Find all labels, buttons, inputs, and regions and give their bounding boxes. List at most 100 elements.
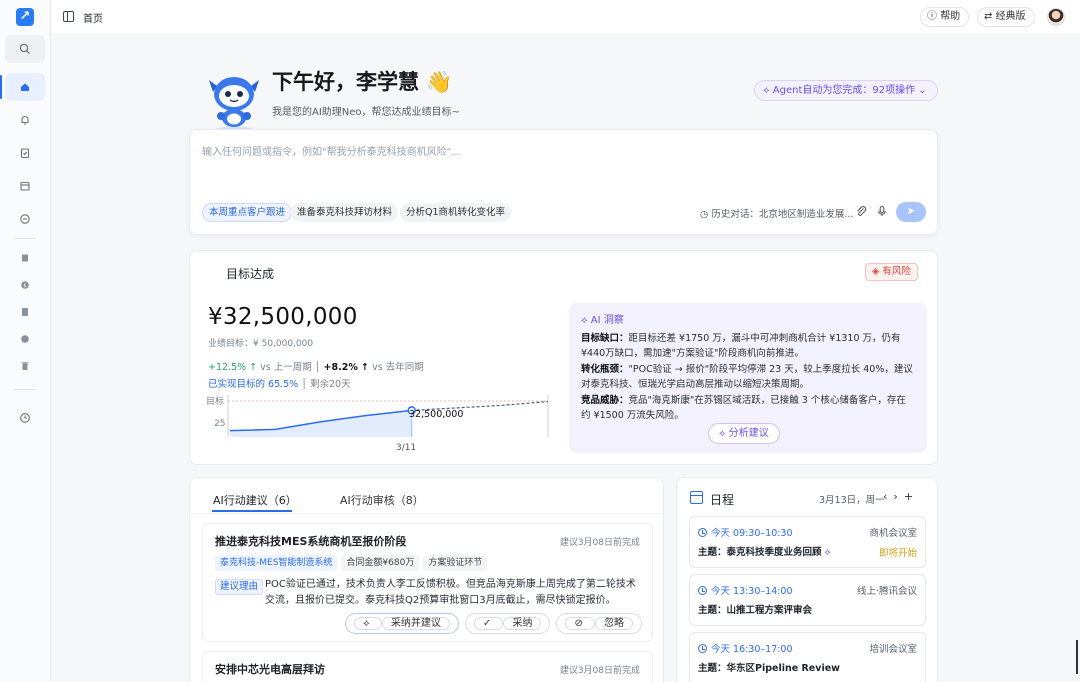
book-icon[interactable] (5, 244, 45, 272)
send-button[interactable]: ➤ (896, 202, 926, 222)
ai-insight-label: AI 洞察 (590, 315, 624, 326)
ai-sparkle-icon: ⟡ (581, 315, 591, 326)
accept-and-suggest-button[interactable]: ⟡ 采纳并建议 (345, 613, 459, 634)
goal-trend-chart: 目标 25 32,500,000 3/11 (206, 395, 549, 453)
metric-yoy-value: +8.2% (323, 362, 358, 373)
dollar-icon[interactable]: $ (5, 271, 45, 299)
series-area-actual (230, 410, 412, 437)
ai-actions-card: AI行动建议（6） AI行动审核（8） 推进泰克科技MES系统商机至报价阶段 建… (189, 477, 664, 682)
prompt-card: 输入任何问题或指令，例如"帮我分析泰克科技商机风险"... 本周重点客户跟进 准… (189, 129, 938, 235)
history-link[interactable]: ◷ 历史对话：北京地区制造业发展... (700, 206, 853, 220)
event-location: 线上·腾讯会议 (856, 586, 917, 597)
risk-badge: ◈ 有风险 (865, 263, 918, 281)
suggestion-item: 安排中芯光电高层拜访 建议3月08日前完成 (202, 651, 653, 682)
search-icon[interactable] (5, 35, 45, 63)
metric-period-label: vs 上一周期 (260, 362, 312, 373)
schedule-event[interactable]: 今天 13:30–14:00 线上·腾讯会议 主题：山推工程方案评审会 (689, 574, 926, 626)
analyze-suggestion-label: 分析建议 (728, 428, 769, 439)
suggestion-due: 建议3月08日前完成 (559, 666, 640, 676)
clock-icon (698, 586, 707, 595)
microphone-icon[interactable] (876, 205, 888, 217)
achieved-percent: 已实现目标的 65.5% (208, 379, 299, 390)
breadcrumb[interactable]: 首页 (83, 10, 103, 25)
schedule-title: 日程 (710, 493, 735, 507)
schedule-event[interactable]: 今天 09:30–10:30 商机会议室 主题：泰克科技季度业务回顾 ⟡ 即将开… (689, 516, 926, 568)
minus-circle-icon[interactable] (5, 205, 45, 233)
point-label: 32,500,000 (409, 409, 463, 420)
opportunity-tag[interactable]: 泰克科技-MES智能制造系统 (215, 555, 338, 571)
calendar-icon[interactable] (5, 172, 45, 200)
ignore-button[interactable]: ⊘ 忽略 (556, 613, 642, 634)
accept-button[interactable]: ✓ 采纳 (464, 613, 551, 634)
clock-icon (698, 528, 707, 537)
suggestion-chip[interactable]: 分析Q1商机转化变化率 (400, 203, 512, 222)
event-location: 培训会议室 (869, 644, 917, 655)
help-button[interactable]: ⓘ 帮助 (920, 7, 970, 27)
suggestion-actions: ⟡ 采纳并建议 ✓ 采纳 ⊘ 忽略 (345, 613, 642, 634)
help-label: 帮助 (940, 11, 961, 22)
tab-ai-suggestions[interactable]: AI行动建议（6） (213, 492, 297, 508)
suggestion-title: 安排中芯光电高层拜访 (215, 663, 325, 676)
help-icon: ⓘ (927, 11, 941, 22)
classic-version-button[interactable]: ⇄ 经典版 (977, 7, 1035, 27)
trash-icon[interactable] (5, 352, 45, 380)
y-tick-target: 目标 (206, 395, 224, 407)
metric-period-value: +12.5% (208, 362, 247, 373)
y-tick-25: 25 (214, 419, 225, 429)
attachment-icon[interactable] (855, 205, 867, 217)
chevron-down-icon: ⌄ (915, 85, 927, 96)
x-tick-date: 3/11 (396, 443, 416, 453)
suggestion-chip[interactable]: 准备泰克科技拜访材料 (291, 203, 399, 222)
document-icon[interactable] (5, 298, 45, 326)
suggestion-due: 建议3月08日前完成 (559, 538, 640, 548)
clock-icon (698, 644, 707, 653)
goal-title: 目标达成 (226, 267, 275, 281)
clock-icon[interactable] (5, 404, 45, 432)
avatar[interactable] (1047, 8, 1065, 26)
active-tab-indicator (212, 510, 292, 512)
classic-label: 经典版 (995, 11, 1026, 22)
bell-icon[interactable] (5, 106, 45, 134)
mascot-robot-icon (209, 77, 259, 132)
chevron-left-icon[interactable]: ‹ (883, 490, 893, 503)
logo-icon[interactable]: ↗ (16, 8, 34, 26)
schedule-nav: ‹›+ (883, 490, 919, 503)
analyze-suggestion-button[interactable]: ⟡ 分析建议 (708, 423, 780, 444)
schedule-event[interactable]: 今天 16:30–17:00 培训会议室 主题：华东区Pipeline Revi… (689, 632, 926, 682)
plus-icon[interactable]: + (904, 490, 919, 503)
tab-ai-review[interactable]: AI行动审核（8） (340, 492, 424, 508)
left-rail: ↗ $ (0, 0, 51, 682)
sidebar-toggle-icon[interactable] (63, 11, 74, 22)
main-area: 下午好，李学慧 👋 我是您的AI助理Neo，帮您达成业绩目标~ ⟡ Agent自… (51, 36, 1080, 682)
suggestion-chip[interactable]: 本周重点客户跟进 (202, 203, 293, 222)
insight-gap: 目标缺口：距目标还差 ¥1750 万，漏斗中可冲刺商机合计 ¥1310 万，仍有… (581, 333, 901, 359)
achievement-status: 已实现目标的 65.5% │ 剩余20天 (208, 379, 351, 390)
greeting-subtitle: 我是您的AI助理Neo，帮您达成业绩目标~ (272, 107, 460, 118)
remaining-days: 剩余20天 (309, 379, 351, 390)
warning-icon: ◈ (872, 266, 883, 277)
event-time: 今天 13:30–14:00 (698, 583, 793, 597)
check-icon: ✓ (473, 617, 504, 630)
scrollbar[interactable] (1076, 640, 1078, 674)
growth-metrics: +12.5% ↑ vs 上一周期 │ +8.2% ↑ vs 去年同期 (208, 362, 424, 373)
ai-insight-title: ⟡ AI 洞察 (581, 311, 915, 326)
chevron-right-icon[interactable]: › (893, 490, 903, 503)
event-subject: 主题：华东区Pipeline Review (698, 663, 840, 674)
clipboard-icon[interactable] (5, 139, 45, 167)
svg-text:$: $ (23, 283, 26, 289)
ai-insight-panel: ⟡ AI 洞察 目标缺口：距目标还差 ¥1750 万，漏斗中可冲刺商机合计 ¥1… (569, 303, 927, 453)
event-status: 即将开始 (878, 548, 917, 559)
agent-ops-pill[interactable]: ⟡ Agent自动为您完成：92项操作 ⌄ (754, 80, 938, 101)
history-label: 历史对话：北京地区制造业发展... (711, 209, 854, 220)
arrow-up-icon: ↑ (249, 362, 261, 373)
agent-sparkle-icon: ⟡ (763, 85, 773, 96)
prompt-input[interactable]: 输入任何问题或指令，例如"帮我分析泰克科技商机风险"... (202, 143, 461, 158)
ai-sparkle-icon: ⟡ (821, 547, 831, 558)
w-icon[interactable] (5, 325, 45, 353)
event-time: 今天 09:30–10:30 (698, 525, 793, 539)
top-bar: 首页 ⓘ 帮助 ⇄ 经典版 (51, 0, 1080, 35)
home-icon[interactable] (0, 73, 45, 101)
schedule-date: 3月13日，周一 (819, 495, 885, 506)
ai-sparkle-icon: ⟡ (354, 617, 382, 630)
reason-label: 建议理由 (215, 579, 264, 595)
